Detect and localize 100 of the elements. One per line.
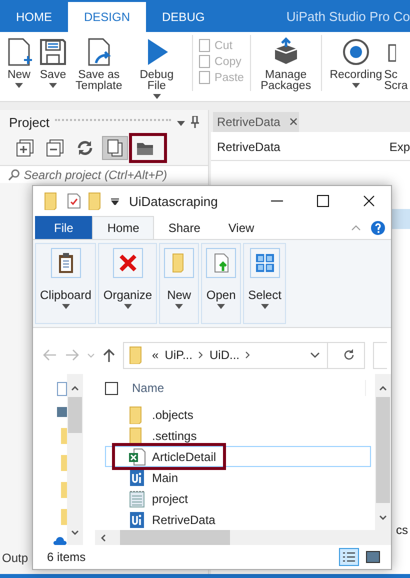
ribbon-tab[interactable]: Share (154, 216, 214, 239)
ribbon-group-button[interactable]: Clipboard (35, 243, 96, 324)
column-header: Exp (389, 140, 410, 154)
file-name: RetriveData (152, 512, 216, 526)
file-name: .objects (152, 408, 194, 422)
thumbnails-view-button[interactable] (363, 548, 383, 566)
select-grid-icon (254, 252, 276, 274)
refresh-icon (76, 139, 94, 157)
search-field[interactable]: Search project (Ctrl+Alt+P) (24, 168, 200, 182)
scroll-up-icon[interactable] (379, 386, 387, 391)
cloud-icon[interactable] (53, 536, 67, 545)
documents-icon (106, 139, 124, 157)
workflow-file-icon (128, 468, 146, 486)
close-icon[interactable] (363, 195, 375, 207)
ribbon-group-button[interactable]: Organize (98, 243, 158, 324)
ribbon-button[interactable]: Debug File (128, 35, 186, 101)
file-row[interactable]: .objects (105, 404, 371, 425)
document-title: RetriveData (217, 140, 280, 154)
delete-x-icon (116, 252, 139, 274)
ribbon-button[interactable]: Save (36, 35, 70, 101)
minimize-icon[interactable] (271, 200, 283, 202)
caret-icon (217, 304, 226, 309)
properties-icon[interactable] (67, 193, 81, 209)
scroll-left-icon[interactable] (101, 534, 106, 542)
chevron-icon[interactable] (198, 351, 204, 359)
file-row[interactable]: ArticleDetail (105, 446, 371, 467)
details-list-icon (342, 551, 356, 563)
toolbar-button[interactable] (102, 136, 128, 160)
ribbon-button[interactable]: Recording (328, 35, 384, 101)
document-tab[interactable]: RetriveData ✕ (213, 112, 299, 132)
scrollbar-thumb[interactable] (376, 397, 390, 503)
scrollbar-thumb[interactable] (120, 530, 230, 545)
caret-icon (177, 120, 185, 126)
panel-label: cs (396, 523, 408, 537)
up-arrow-icon[interactable] (103, 348, 115, 362)
refresh-icon[interactable] (343, 349, 355, 361)
ribbon-group-button[interactable]: Select (243, 243, 286, 324)
breadcrumb[interactable]: UiD... (209, 348, 240, 362)
file-row[interactable]: RetriveData (105, 509, 371, 530)
ribbon-tab[interactable]: File (35, 216, 92, 239)
close-icon[interactable]: ✕ (288, 115, 298, 129)
dropdown-icon[interactable] (111, 197, 119, 205)
expand-all-icon (16, 139, 34, 157)
help-icon[interactable] (371, 220, 385, 234)
search-box[interactable]: Search project (Ctrl+Alt+P) (0, 165, 208, 183)
search-icon (8, 168, 20, 180)
file-name: project (152, 492, 188, 506)
column-header[interactable]: Name (132, 381, 164, 395)
ribbon-button[interactable]: New (2, 35, 36, 101)
scrollbar-thumb[interactable] (68, 397, 82, 433)
caret-icon (124, 304, 132, 309)
spreadsheet-icon (128, 448, 146, 466)
checkbox[interactable] (105, 382, 118, 394)
window-title: UiDatascraping (129, 194, 218, 208)
scrollbar[interactable] (67, 374, 83, 545)
ribbon-button[interactable]: Manage Packages (256, 35, 315, 101)
save-icon (38, 37, 68, 67)
file-name: ArticleDetail (152, 450, 216, 464)
file-name: .settings (152, 428, 197, 442)
ribbon-group-button[interactable]: Open (201, 243, 242, 324)
file-row[interactable]: project (105, 488, 371, 509)
scrollbar[interactable] (95, 530, 375, 545)
thumbnail-icon (366, 551, 380, 563)
scroll-down-icon[interactable] (71, 530, 79, 535)
chevron-down-icon[interactable] (310, 352, 320, 358)
workflow-file-icon (128, 510, 146, 528)
file-row[interactable]: Main (105, 467, 371, 488)
file-row[interactable]: .settings (105, 425, 371, 446)
ribbon-button[interactable]: Sc Scra (384, 35, 410, 101)
notepad-icon (128, 490, 146, 508)
window-title: UiPath Studio Pro Co (286, 8, 410, 24)
item-count: 6 items (47, 550, 86, 564)
ribbon-tab[interactable]: DEBUG (146, 2, 221, 32)
collapse-ribbon-icon[interactable] (351, 224, 361, 230)
collapse-all-icon (46, 139, 64, 157)
ribbon-tab[interactable]: Home (92, 216, 154, 239)
panel-title: Project (9, 114, 50, 130)
ribbon-tab[interactable]: View (214, 216, 268, 239)
output-tab[interactable]: Outp (2, 551, 28, 565)
ribbon-tab[interactable]: DESIGN (68, 2, 146, 32)
pin-icon[interactable] (191, 116, 199, 128)
caret-icon (175, 304, 184, 309)
details-view-button[interactable] (339, 548, 359, 566)
breadcrumb[interactable]: UiP... (164, 348, 192, 362)
search-field[interactable] (373, 342, 387, 368)
scroll-down-icon[interactable] (379, 515, 387, 520)
record-icon (340, 37, 371, 67)
ribbon-group-button[interactable]: New (159, 243, 200, 324)
address-bar[interactable]: « UiP... UiD... (123, 342, 365, 368)
scrollbar[interactable] (375, 374, 391, 545)
ribbon-tab[interactable]: HOME (0, 2, 68, 32)
caret-icon (260, 304, 269, 309)
maximize-icon[interactable] (317, 195, 329, 207)
overflow-button[interactable]: « (152, 348, 159, 362)
scroll-up-icon[interactable] (71, 386, 79, 391)
ribbon-button[interactable]: Save as Template (70, 35, 128, 101)
document-icon[interactable] (57, 382, 67, 396)
chevron-icon[interactable] (245, 351, 250, 359)
file-name: Main (152, 470, 178, 484)
caret-icon (62, 304, 70, 309)
